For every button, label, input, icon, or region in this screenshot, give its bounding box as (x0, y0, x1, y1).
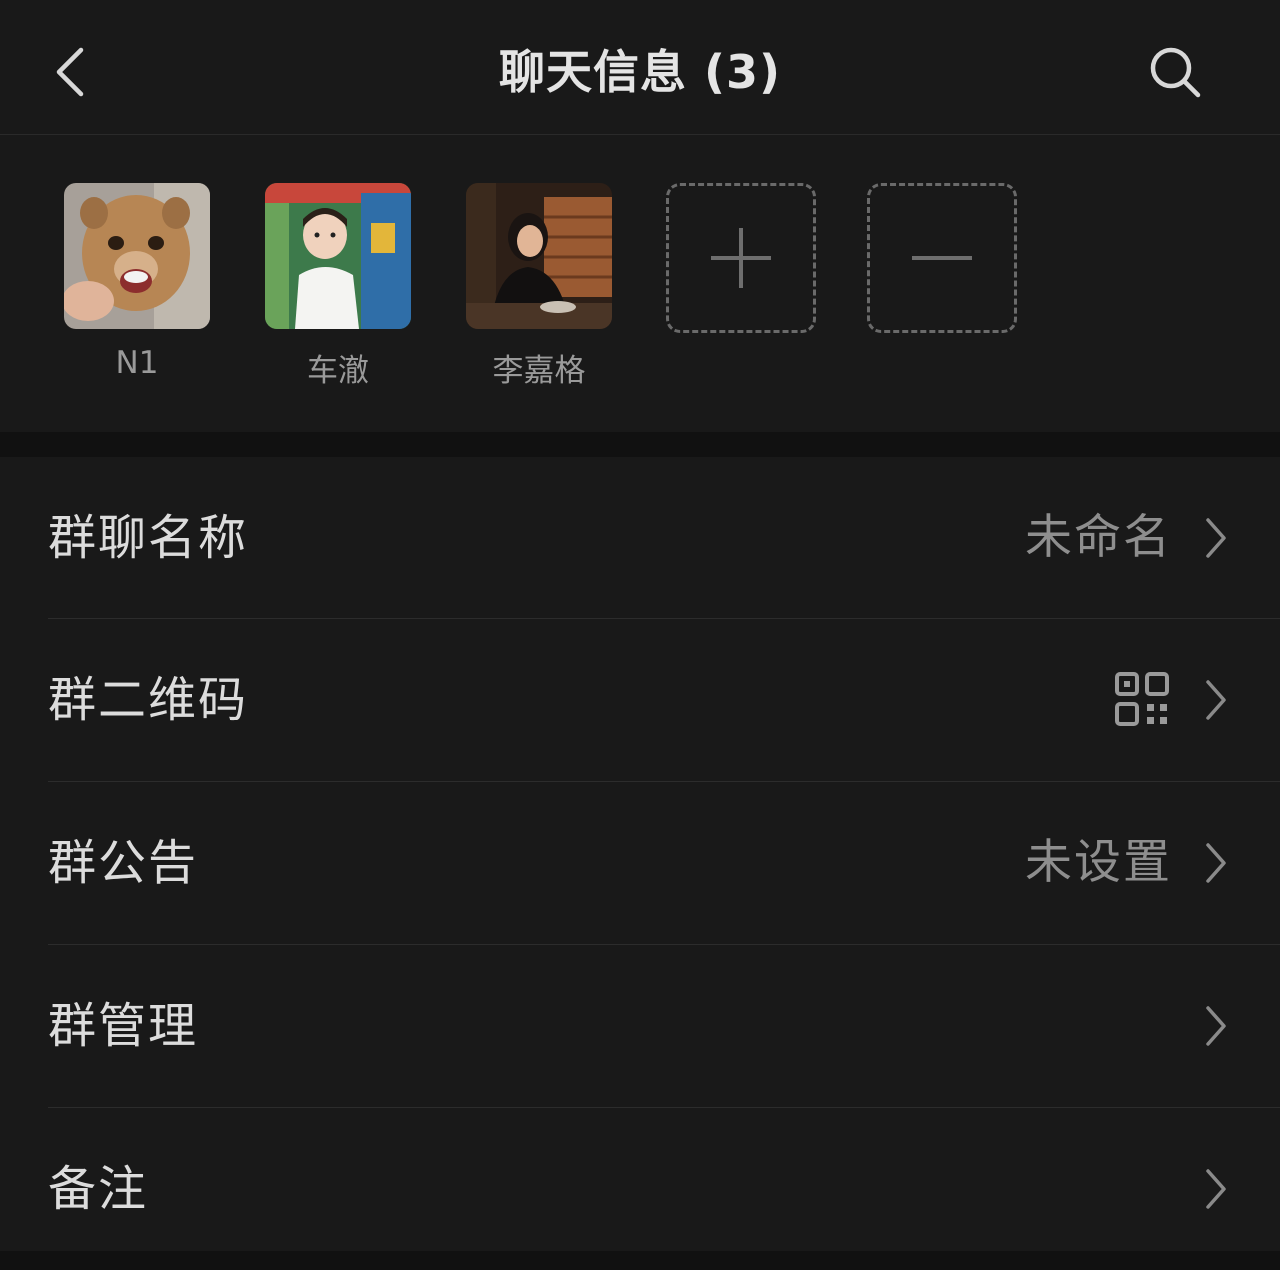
chevron-left-icon (56, 47, 84, 97)
row-label: 群二维码 (48, 672, 249, 728)
remove-member-button[interactable] (867, 183, 1017, 333)
member-grid: N1 车澈 李嘉格 (0, 135, 1280, 432)
member-item[interactable]: 李嘉格 (466, 183, 612, 390)
search-button[interactable] (1140, 40, 1210, 104)
group-name-row[interactable]: 群聊名称 未命名 (0, 457, 1280, 619)
settings-list: 群聊名称 未命名 群二维码 群公告 未设置 群管理 备注 (0, 457, 1280, 1251)
group-qr-code-row[interactable]: 群二维码 (0, 619, 1280, 781)
page-title: 聊天信息 (3) (498, 45, 782, 99)
row-label: 备注 (48, 1161, 149, 1217)
chevron-right-icon (1206, 680, 1226, 720)
qr-code-icon (1115, 672, 1169, 726)
member-name: 车澈 (307, 353, 369, 389)
row-label: 群管理 (48, 998, 199, 1054)
member-name: N1 (115, 345, 159, 381)
lion-cub-avatar (64, 183, 210, 329)
member-item[interactable]: N1 (64, 183, 210, 381)
top-bar: 聊天信息 (3) (0, 0, 1280, 135)
row-value: 未命名 (1025, 510, 1172, 565)
member-name: 李嘉格 (492, 353, 586, 389)
chevron-right-icon (1206, 1169, 1226, 1209)
minus-icon (912, 256, 972, 260)
chevron-right-icon (1206, 843, 1226, 883)
chevron-right-icon (1206, 518, 1226, 558)
row-label: 群聊名称 (48, 510, 249, 566)
group-announcement-row[interactable]: 群公告 未设置 (0, 782, 1280, 944)
member-item[interactable]: 车澈 (265, 183, 411, 390)
toddler-avatar (265, 183, 411, 329)
woman-restaurant-avatar (466, 183, 612, 329)
group-management-row[interactable]: 群管理 (0, 945, 1280, 1107)
row-value: 未设置 (1025, 835, 1172, 890)
chevron-right-icon (1206, 1006, 1226, 1046)
add-member-button[interactable] (666, 183, 816, 333)
remarks-row[interactable]: 备注 (0, 1108, 1280, 1270)
plus-icon (711, 228, 771, 288)
back-button[interactable] (40, 40, 100, 104)
search-icon (1150, 47, 1201, 98)
row-label: 群公告 (48, 835, 199, 891)
section-gap (0, 432, 1280, 457)
